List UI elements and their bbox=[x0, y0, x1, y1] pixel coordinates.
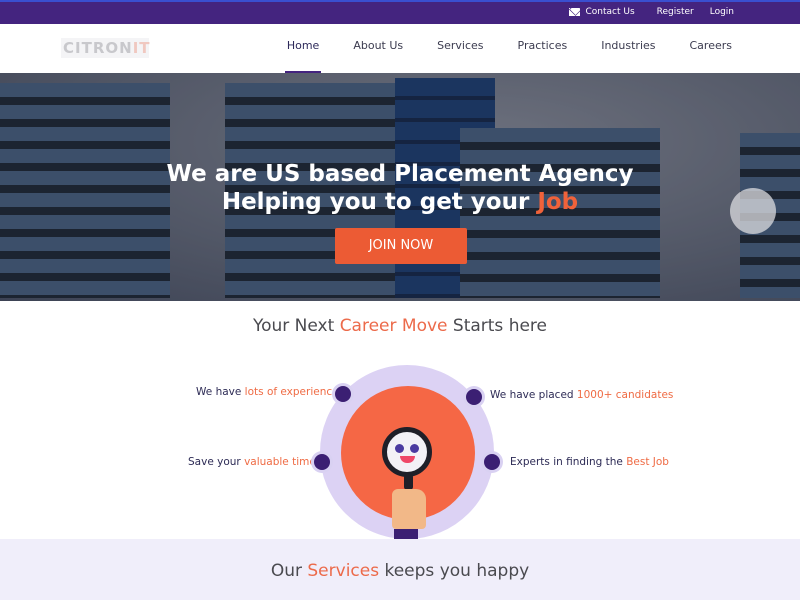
feature-candidates: We have placed 1000+ candidates bbox=[490, 389, 673, 401]
logo[interactable]: CITRONIT bbox=[61, 38, 151, 58]
eye-left bbox=[395, 444, 404, 453]
login-link[interactable]: Login bbox=[710, 7, 734, 17]
eye-right bbox=[410, 444, 419, 453]
feature-text: We have placed bbox=[490, 389, 577, 401]
feature-text: We have bbox=[196, 386, 245, 398]
contact-us-link[interactable]: Contact Us bbox=[568, 7, 635, 17]
career-section-title: Your Next Career Move Starts here bbox=[0, 316, 800, 336]
hero-banner: We are US based Placement Agency Helping… bbox=[0, 73, 800, 301]
feature-accent: 1000+ candidates bbox=[576, 389, 674, 401]
slider-next-control[interactable] bbox=[730, 188, 776, 234]
main-navigation: CITRONIT Home About Us Services Practice… bbox=[0, 24, 800, 73]
feature-pin-icon bbox=[335, 386, 351, 402]
feature-accent: Best Job bbox=[626, 456, 669, 468]
hero-heading-line2-text: Helping you to get your bbox=[221, 189, 538, 215]
feature-pin-icon bbox=[314, 454, 330, 470]
nav-item-industries[interactable]: Industries bbox=[601, 24, 655, 73]
services-title-accent: Services bbox=[307, 561, 380, 581]
hero-heading-line1: We are US based Placement Agency bbox=[166, 161, 634, 187]
nav-item-home[interactable]: Home bbox=[284, 24, 322, 73]
feature-experience: We have lots of experience bbox=[196, 386, 339, 398]
feature-time: Save your valuable time bbox=[188, 456, 316, 468]
nav-item-practices[interactable]: Practices bbox=[518, 24, 568, 73]
contact-us-label: Contact Us bbox=[585, 7, 635, 17]
feature-text: Experts in finding the bbox=[510, 456, 627, 468]
hero-heading-accent: Job bbox=[537, 189, 579, 215]
logo-text: CITRON bbox=[63, 39, 133, 57]
services-title-suffix: keeps you happy bbox=[379, 561, 530, 581]
top-utility-bar: Contact Us Register Login bbox=[0, 0, 800, 24]
feature-best-job: Experts in finding the Best Job bbox=[510, 456, 669, 468]
hand-icon bbox=[392, 489, 426, 529]
smile bbox=[400, 456, 415, 463]
nav-item-careers[interactable]: Careers bbox=[690, 24, 733, 73]
magnifier-handle bbox=[404, 474, 413, 490]
nav-menu: Home About Us Services Practices Industr… bbox=[253, 24, 732, 73]
sleeve bbox=[394, 529, 418, 539]
mail-icon bbox=[568, 8, 580, 16]
feature-text: Save your bbox=[188, 456, 245, 468]
services-title-prefix: Our bbox=[270, 561, 308, 581]
career-title-accent: Career Move bbox=[339, 316, 448, 336]
nav-item-about-us[interactable]: About Us bbox=[353, 24, 403, 73]
logo-accent: IT bbox=[132, 39, 151, 57]
join-now-button[interactable]: JOIN NOW bbox=[335, 228, 467, 264]
career-title-suffix: Starts here bbox=[447, 316, 548, 336]
magnifier-smiley-icon bbox=[382, 427, 432, 477]
register-link[interactable]: Register bbox=[657, 7, 694, 17]
career-title-prefix: Your Next bbox=[252, 316, 340, 336]
feature-pin-icon bbox=[484, 454, 500, 470]
services-section: Our Services keeps you happy bbox=[0, 539, 800, 600]
hero-heading-line2: Helping you to get your Job bbox=[0, 188, 800, 216]
nav-item-services[interactable]: Services bbox=[437, 24, 483, 73]
services-title: Our Services keeps you happy bbox=[0, 561, 800, 581]
feature-accent: valuable time bbox=[244, 456, 316, 468]
feature-pin-icon bbox=[466, 389, 482, 405]
